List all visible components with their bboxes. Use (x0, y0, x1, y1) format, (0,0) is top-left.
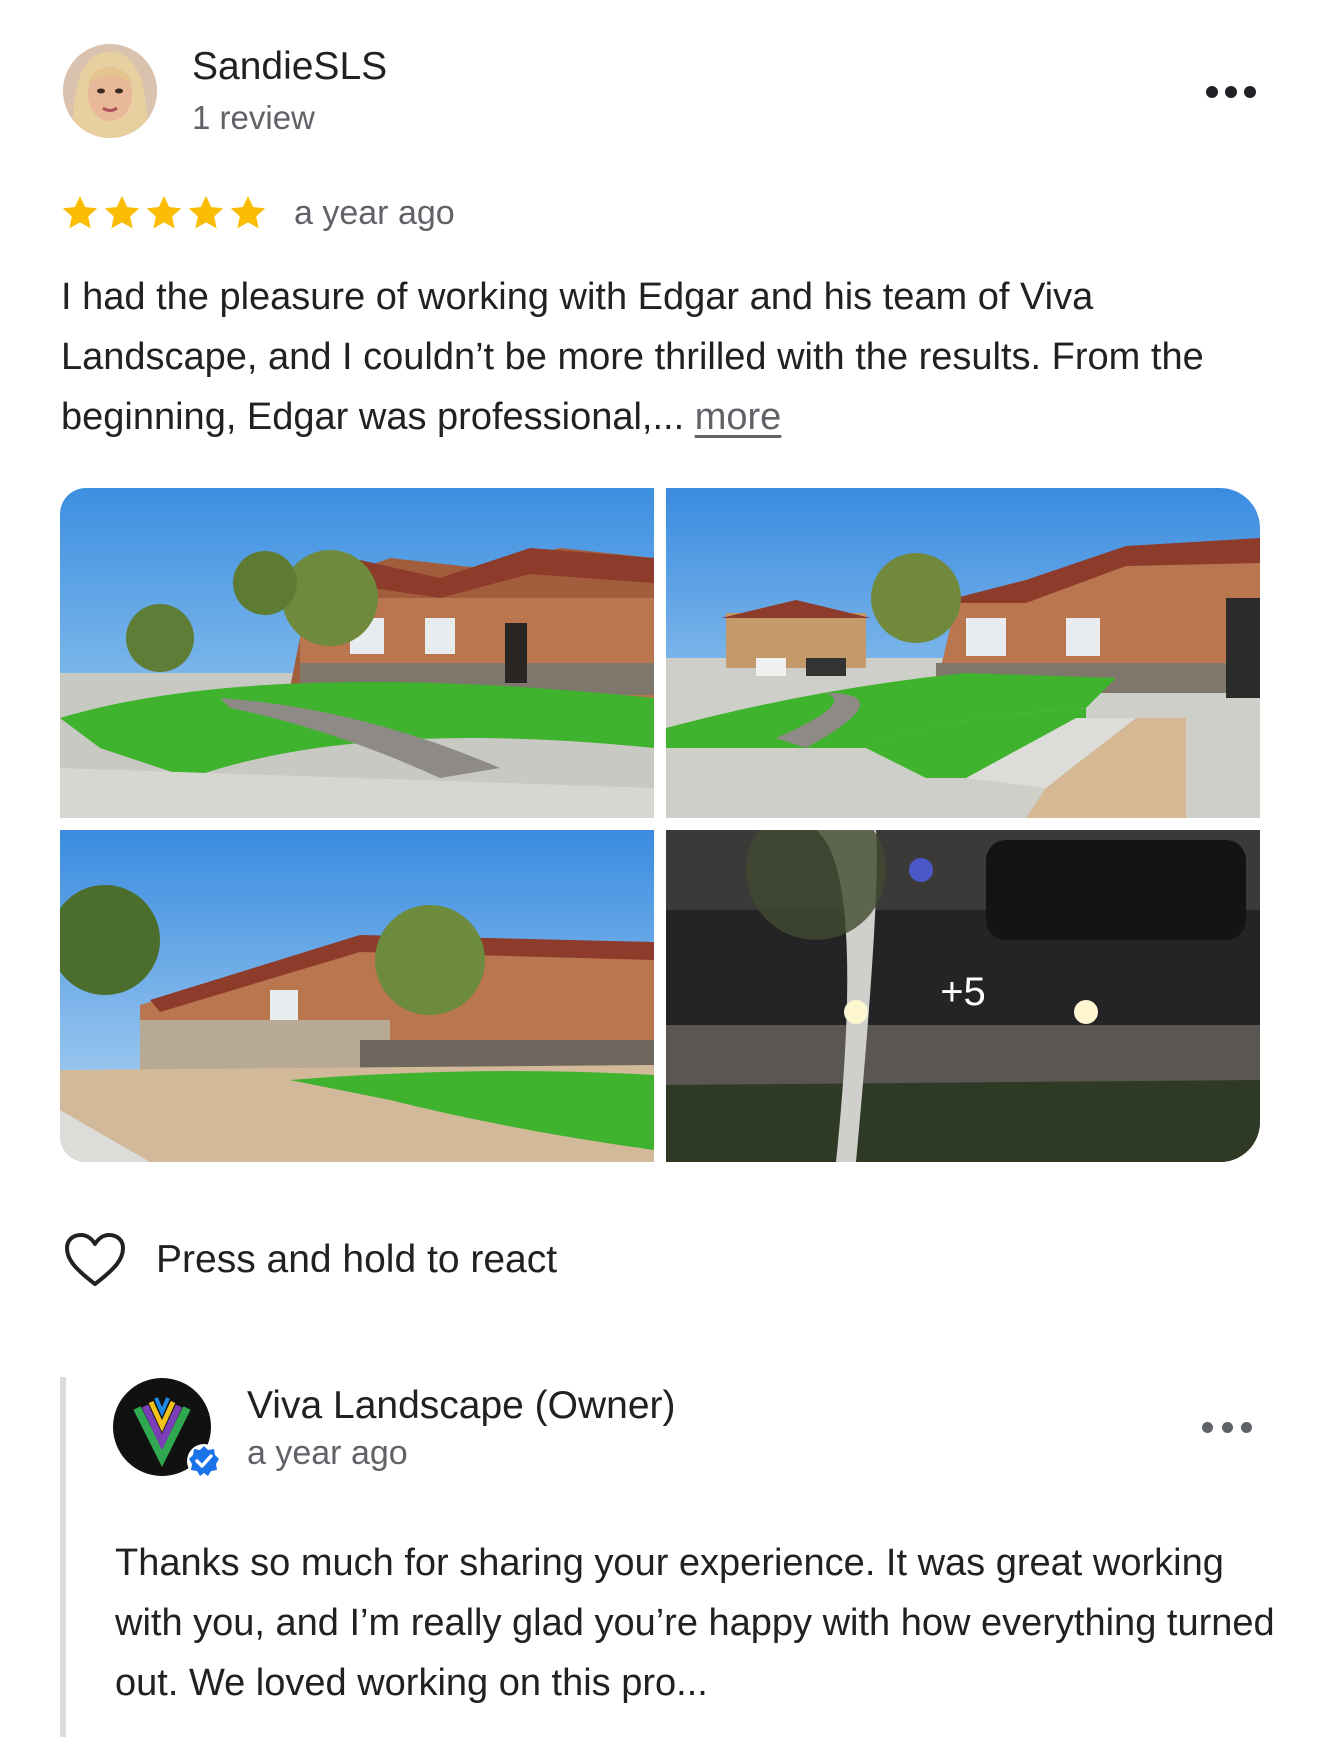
more-link[interactable]: more (695, 396, 782, 438)
reply-indent-bar (60, 1377, 66, 1737)
more-photos-count[interactable]: +5 (666, 970, 1260, 1015)
star-icon (188, 196, 224, 229)
heart-icon[interactable] (64, 1232, 126, 1288)
review-photo[interactable] (666, 488, 1260, 818)
verified-badge-icon (187, 1444, 221, 1478)
star-icon (104, 196, 140, 229)
review-text: I had the pleasure of working with Edgar… (61, 267, 1261, 447)
react-label: Press and hold to react (156, 1238, 558, 1281)
review-photo[interactable]: +5 (666, 830, 1260, 1162)
react-row[interactable]: Press and hold to react (64, 1230, 557, 1290)
star-icon (146, 196, 182, 229)
review-time: a year ago (294, 194, 455, 232)
review-count: 1 review (192, 99, 315, 136)
review-photo[interactable] (60, 830, 654, 1162)
owner-reply-time: a year ago (247, 1434, 408, 1472)
owner-name[interactable]: Viva Landscape (Owner) (247, 1384, 676, 1428)
more-options-icon[interactable] (1202, 1417, 1252, 1437)
reviewer-name[interactable]: SandieSLS (192, 45, 387, 89)
more-options-icon[interactable] (1206, 82, 1256, 102)
star-icon (230, 196, 266, 229)
owner-reply-text: Thanks so much for sharing your experien… (115, 1542, 1275, 1704)
review-photo[interactable] (60, 488, 654, 818)
star-icon (62, 196, 98, 229)
star-rating (60, 193, 268, 233)
review-body: I had the pleasure of working with Edgar… (61, 276, 1204, 438)
reviewer-avatar[interactable] (63, 44, 157, 138)
